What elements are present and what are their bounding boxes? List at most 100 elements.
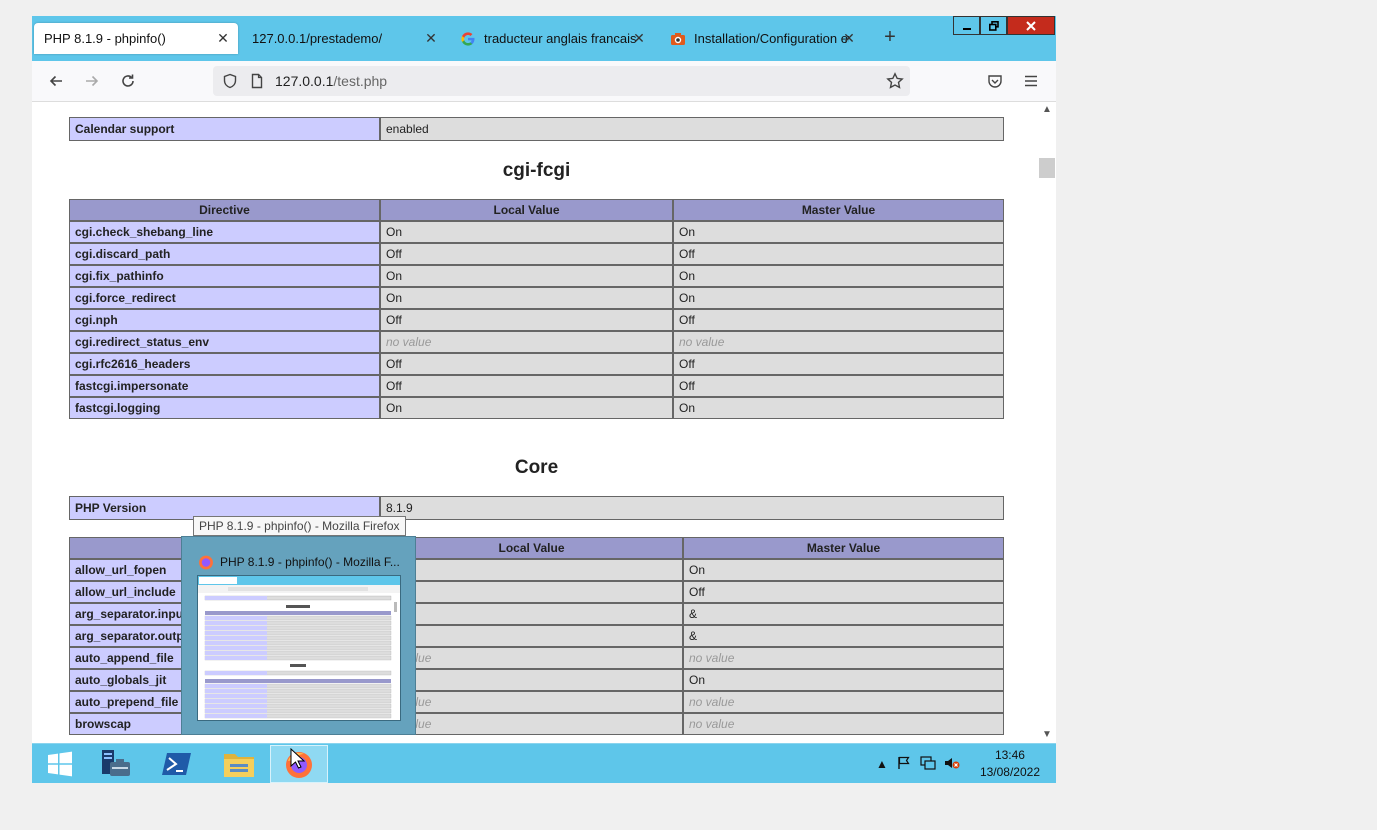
directive-cell: cgi.force_redirect	[69, 287, 380, 309]
url-host: 127.0.0.1	[275, 73, 334, 89]
table-value: enabled	[380, 117, 1004, 141]
table-value: 8.1.9	[380, 496, 1004, 520]
close-tab-icon[interactable]: ✕	[422, 29, 440, 47]
table-row: cgi.nph Off Off	[69, 309, 1004, 331]
forward-button[interactable]	[80, 69, 104, 93]
master-value-cell: Off	[673, 353, 1004, 375]
network-icon[interactable]	[920, 756, 936, 772]
navigation-toolbar: 127.0.0.1/test.php	[32, 61, 1056, 102]
local-value-cell: On	[380, 397, 673, 419]
directive-cell: fastcgi.logging	[69, 397, 380, 419]
column-header: Master Value	[683, 537, 1004, 559]
taskbar-tooltip: PHP 8.1.9 - phpinfo() - Mozilla Firefox	[193, 516, 406, 536]
master-value-cell: On	[683, 669, 1004, 691]
directive-cell: cgi.nph	[69, 309, 380, 331]
url-text[interactable]: 127.0.0.1/test.php	[275, 73, 387, 89]
close-tab-icon[interactable]: ✕	[840, 29, 858, 47]
scroll-up-arrow-icon[interactable]: ▲	[1038, 102, 1056, 118]
clock-date: 13/08/2022	[979, 765, 1040, 779]
local-value-cell: no value	[380, 647, 683, 669]
table-row: fastcgi.logging On On	[69, 397, 1004, 419]
table-key: Calendar support	[69, 117, 380, 141]
directive-cell: cgi.redirect_status_env	[69, 331, 380, 353]
local-value-cell: &	[380, 603, 683, 625]
back-button[interactable]	[44, 69, 68, 93]
restore-button[interactable]	[980, 16, 1007, 35]
directive-cell: cgi.discard_path	[69, 243, 380, 265]
master-value-cell: On	[673, 397, 1004, 419]
action-center-flag-icon[interactable]	[896, 756, 912, 772]
thumbnail-page-graphic	[198, 576, 400, 719]
master-value-cell: &	[683, 603, 1004, 625]
scroll-down-arrow-icon[interactable]: ▼	[1038, 727, 1056, 743]
master-value-cell: On	[673, 221, 1004, 243]
column-header: Directive	[69, 199, 380, 221]
windows-taskbar: ▲ 13:46 13/08/2022	[32, 743, 1056, 783]
directive-cell: cgi.rfc2616_headers	[69, 353, 380, 375]
bookmark-star-icon[interactable]	[886, 72, 904, 90]
volume-muted-icon[interactable]	[944, 756, 960, 772]
scrollbar-thumb[interactable]	[1039, 158, 1055, 178]
pocket-button[interactable]	[983, 69, 1007, 93]
tab-prestademo[interactable]: 127.0.0.1/prestademo/ ✕	[242, 23, 446, 54]
server-manager-button[interactable]	[87, 745, 142, 783]
master-value-cell: Off	[673, 243, 1004, 265]
section-title-cgi-fcgi: cgi-fcgi	[502, 160, 571, 181]
master-value-cell: Off	[673, 375, 1004, 397]
tab-google-translate[interactable]: traducteur anglais francais - G ✕	[450, 23, 654, 54]
local-value-cell: no value	[380, 331, 673, 353]
preview-thumbnail[interactable]	[197, 575, 401, 721]
taskbar-thumbnail-preview[interactable]: PHP 8.1.9 - phpinfo() - Mozilla F...	[181, 536, 416, 735]
local-value-cell: Off	[380, 309, 673, 331]
tab-title: traducteur anglais francais - G	[484, 31, 639, 46]
local-value-cell: &	[380, 625, 683, 647]
menu-button[interactable]	[1019, 69, 1043, 93]
tab-bar: PHP 8.1.9 - phpinfo() ✕ 127.0.0.1/presta…	[32, 16, 1056, 61]
local-value-cell: no value	[380, 713, 683, 735]
table-row: cgi.fix_pathinfo On On	[69, 265, 1004, 287]
directive-cell: cgi.fix_pathinfo	[69, 265, 380, 287]
minimize-icon	[962, 27, 971, 30]
server-manager-icon	[101, 750, 130, 776]
clock-time: 13:46	[994, 748, 1025, 762]
vertical-scrollbar[interactable]: ▲ ▼	[1038, 102, 1056, 743]
tab-phpinfo[interactable]: PHP 8.1.9 - phpinfo() ✕	[34, 23, 238, 54]
file-explorer-button[interactable]	[211, 745, 266, 783]
show-hidden-icons-arrow-icon[interactable]: ▲	[874, 756, 890, 772]
column-header: Master Value	[673, 199, 1004, 221]
directive-cell: fastcgi.impersonate	[69, 375, 380, 397]
powershell-button[interactable]	[149, 745, 204, 783]
forward-arrow-icon	[86, 75, 99, 87]
master-value-cell: no value	[683, 713, 1004, 735]
tab-installation[interactable]: Installation/Configuration et ✕	[660, 23, 864, 54]
directive-cell: cgi.check_shebang_line	[69, 221, 380, 243]
local-value-cell: Off	[380, 243, 673, 265]
local-value-cell: Off	[380, 353, 673, 375]
shield-icon[interactable]	[222, 73, 238, 89]
minimize-button[interactable]	[953, 16, 980, 35]
restore-icon	[988, 20, 999, 31]
master-value-cell: On	[673, 287, 1004, 309]
preview-title: PHP 8.1.9 - phpinfo() - Mozilla F...	[198, 554, 400, 570]
calendar-table: Calendar support enabled	[69, 117, 1004, 141]
address-bar[interactable]: 127.0.0.1/test.php	[213, 66, 910, 96]
close-tab-icon[interactable]: ✕	[214, 29, 232, 47]
system-clock[interactable]: 13:46 13/08/2022	[980, 747, 1040, 781]
new-tab-plus-icon[interactable]: +	[880, 27, 900, 47]
tab-title: 127.0.0.1/prestademo/	[252, 31, 383, 46]
start-button[interactable]	[32, 745, 87, 783]
master-value-cell: On	[683, 559, 1004, 581]
close-tab-icon[interactable]: ✕	[630, 29, 648, 47]
url-path: /test.php	[333, 73, 388, 89]
page-icon[interactable]	[249, 73, 265, 89]
table-row: fastcgi.impersonate Off Off	[69, 375, 1004, 397]
close-window-button[interactable]	[1007, 16, 1055, 35]
reload-button[interactable]	[116, 69, 140, 93]
local-value-cell: On	[380, 559, 683, 581]
column-header: Local Value	[380, 199, 673, 221]
local-value-cell: On	[380, 287, 673, 309]
master-value-cell: On	[673, 265, 1004, 287]
powershell-icon	[161, 753, 191, 775]
tab-title: PHP 8.1.9 - phpinfo()	[44, 31, 166, 46]
back-arrow-icon	[49, 75, 62, 87]
